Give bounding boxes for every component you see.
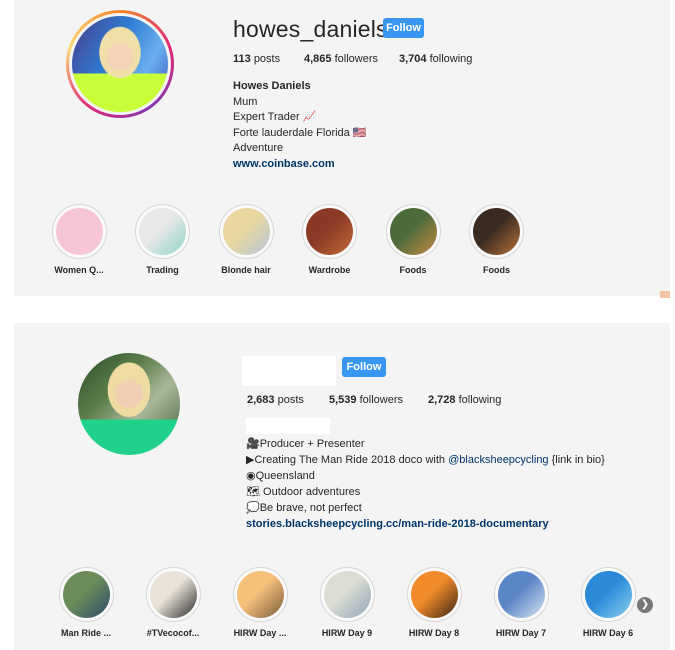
profile-avatar[interactable] bbox=[78, 353, 180, 455]
story-highlight[interactable]: Women Q... bbox=[39, 204, 119, 275]
highlight-label: Man Ride ... bbox=[60, 628, 111, 638]
highlight-cover bbox=[145, 567, 201, 622]
posts-count: 113 posts bbox=[233, 53, 281, 65]
highlight-cover bbox=[580, 567, 636, 622]
story-highlight[interactable]: #TVecocof... bbox=[133, 567, 213, 638]
story-highlight[interactable]: Trading bbox=[123, 204, 203, 275]
story-highlight[interactable]: HIRW Day 9 bbox=[307, 567, 387, 638]
highlight-label: HIRW Day 6 bbox=[582, 628, 634, 638]
highlight-label: HIRW Day 8 bbox=[408, 628, 460, 638]
bio-line: Mum bbox=[233, 95, 258, 108]
following-count[interactable]: 3,704 following bbox=[399, 53, 472, 65]
highlight-image bbox=[149, 571, 197, 618]
highlight-cover bbox=[218, 204, 274, 259]
followers-count[interactable]: 4,865 followers bbox=[304, 53, 378, 65]
highlight-label: Blonde hair bbox=[221, 265, 271, 275]
highlight-cover bbox=[232, 567, 288, 622]
highlight-cover bbox=[319, 567, 375, 622]
bio-link[interactable]: stories.blacksheepcycling.cc/man-ride-20… bbox=[246, 516, 605, 532]
highlight-cover bbox=[51, 204, 107, 259]
bio-line: Adventure bbox=[233, 142, 284, 154]
story-highlight[interactable]: HIRW Day 7 bbox=[481, 567, 561, 638]
username-redacted bbox=[242, 356, 336, 386]
highlight-image bbox=[55, 208, 103, 255]
highlight-cover bbox=[302, 204, 357, 259]
profile-avatar bbox=[72, 16, 168, 112]
story-highlight[interactable]: HIRW Day 8 bbox=[394, 567, 474, 638]
profile-card-2: Follow 2,683 posts 5,539 followers 2,728… bbox=[14, 323, 670, 650]
bio-line: ◉Queensland bbox=[246, 470, 315, 482]
mention-link[interactable]: @blacksheepcycling bbox=[448, 454, 548, 466]
highlight-image bbox=[222, 208, 270, 255]
profile-stats: 113 posts 4,865 followers 3,704 followin… bbox=[233, 53, 533, 67]
highlight-image bbox=[306, 208, 353, 255]
followers-count[interactable]: 5,539 followers bbox=[329, 394, 403, 406]
highlight-image bbox=[473, 208, 520, 255]
highlight-label: HIRW Day 7 bbox=[495, 628, 547, 638]
story-highlight[interactable]: Wardrobe bbox=[290, 204, 370, 275]
highlight-image bbox=[139, 208, 186, 255]
bio: Howes Daniels Mum Expert Trader 📈 Forte … bbox=[233, 79, 367, 172]
profile-avatar-ring[interactable] bbox=[66, 10, 174, 118]
highlight-cover bbox=[135, 204, 190, 259]
story-highlight[interactable]: Foods bbox=[457, 204, 537, 275]
profile-stats: 2,683 posts 5,539 followers 2,728 follow… bbox=[247, 394, 547, 408]
story-highlight[interactable]: HIRW Day 6 bbox=[568, 567, 648, 638]
profile-card-1: howes_daniels Follow 113 posts 4,865 fol… bbox=[14, 0, 670, 296]
highlight-cover bbox=[406, 567, 462, 622]
highlight-image bbox=[323, 571, 371, 618]
bio-line: 💭Be brave, not perfect bbox=[246, 502, 362, 514]
bio-line: Expert Trader 📈 bbox=[233, 111, 317, 123]
highlight-image bbox=[236, 571, 284, 618]
highlight-image bbox=[410, 571, 458, 618]
bio-line: Forte lauderdale Florida 🇺🇸 bbox=[233, 126, 367, 139]
highlight-label: HIRW Day 9 bbox=[321, 628, 373, 638]
story-highlight[interactable]: Blonde hair bbox=[206, 204, 286, 275]
bio-line: 🎥Producer + Presenter bbox=[246, 438, 365, 450]
highlight-label: #TVecocof... bbox=[146, 628, 200, 638]
highlight-label: Foods bbox=[399, 265, 427, 275]
highlight-cover bbox=[58, 567, 114, 622]
highlight-label: HIRW Day ... bbox=[233, 628, 287, 638]
highlight-image bbox=[584, 571, 632, 618]
username: howes_daniels bbox=[233, 16, 388, 42]
story-highlight[interactable]: Foods bbox=[373, 204, 453, 275]
bio: 🎥Producer + Presenter ▶Creating The Man … bbox=[246, 436, 605, 532]
highlight-label: Women Q... bbox=[54, 265, 104, 275]
highlight-label: Wardrobe bbox=[308, 265, 351, 275]
full-name-redacted bbox=[246, 418, 330, 434]
full-name: Howes Daniels bbox=[233, 80, 311, 92]
bio-line: ▶Creating The Man Ride 2018 doco with @b… bbox=[246, 454, 605, 466]
highlight-label: Trading bbox=[146, 265, 179, 275]
posts-count: 2,683 posts bbox=[247, 394, 304, 406]
chevron-right-icon[interactable]: ❯ bbox=[637, 597, 653, 613]
highlight-cover bbox=[385, 204, 441, 259]
decorative-chip bbox=[660, 291, 670, 298]
highlight-image bbox=[62, 571, 110, 618]
highlight-label: Foods bbox=[483, 265, 510, 275]
bio-line: 🗺 Outdoor adventures bbox=[246, 486, 361, 498]
follow-button[interactable]: Follow bbox=[342, 357, 386, 377]
story-highlight[interactable]: Man Ride ... bbox=[46, 567, 126, 638]
following-count[interactable]: 2,728 following bbox=[428, 394, 501, 406]
bio-link[interactable]: www.coinbase.com bbox=[233, 157, 367, 173]
highlight-cover bbox=[469, 204, 524, 259]
highlight-image bbox=[497, 571, 545, 618]
story-highlight[interactable]: HIRW Day ... bbox=[220, 567, 300, 638]
highlight-cover bbox=[493, 567, 549, 622]
highlight-image bbox=[389, 208, 437, 255]
follow-button[interactable]: Follow bbox=[383, 18, 424, 38]
